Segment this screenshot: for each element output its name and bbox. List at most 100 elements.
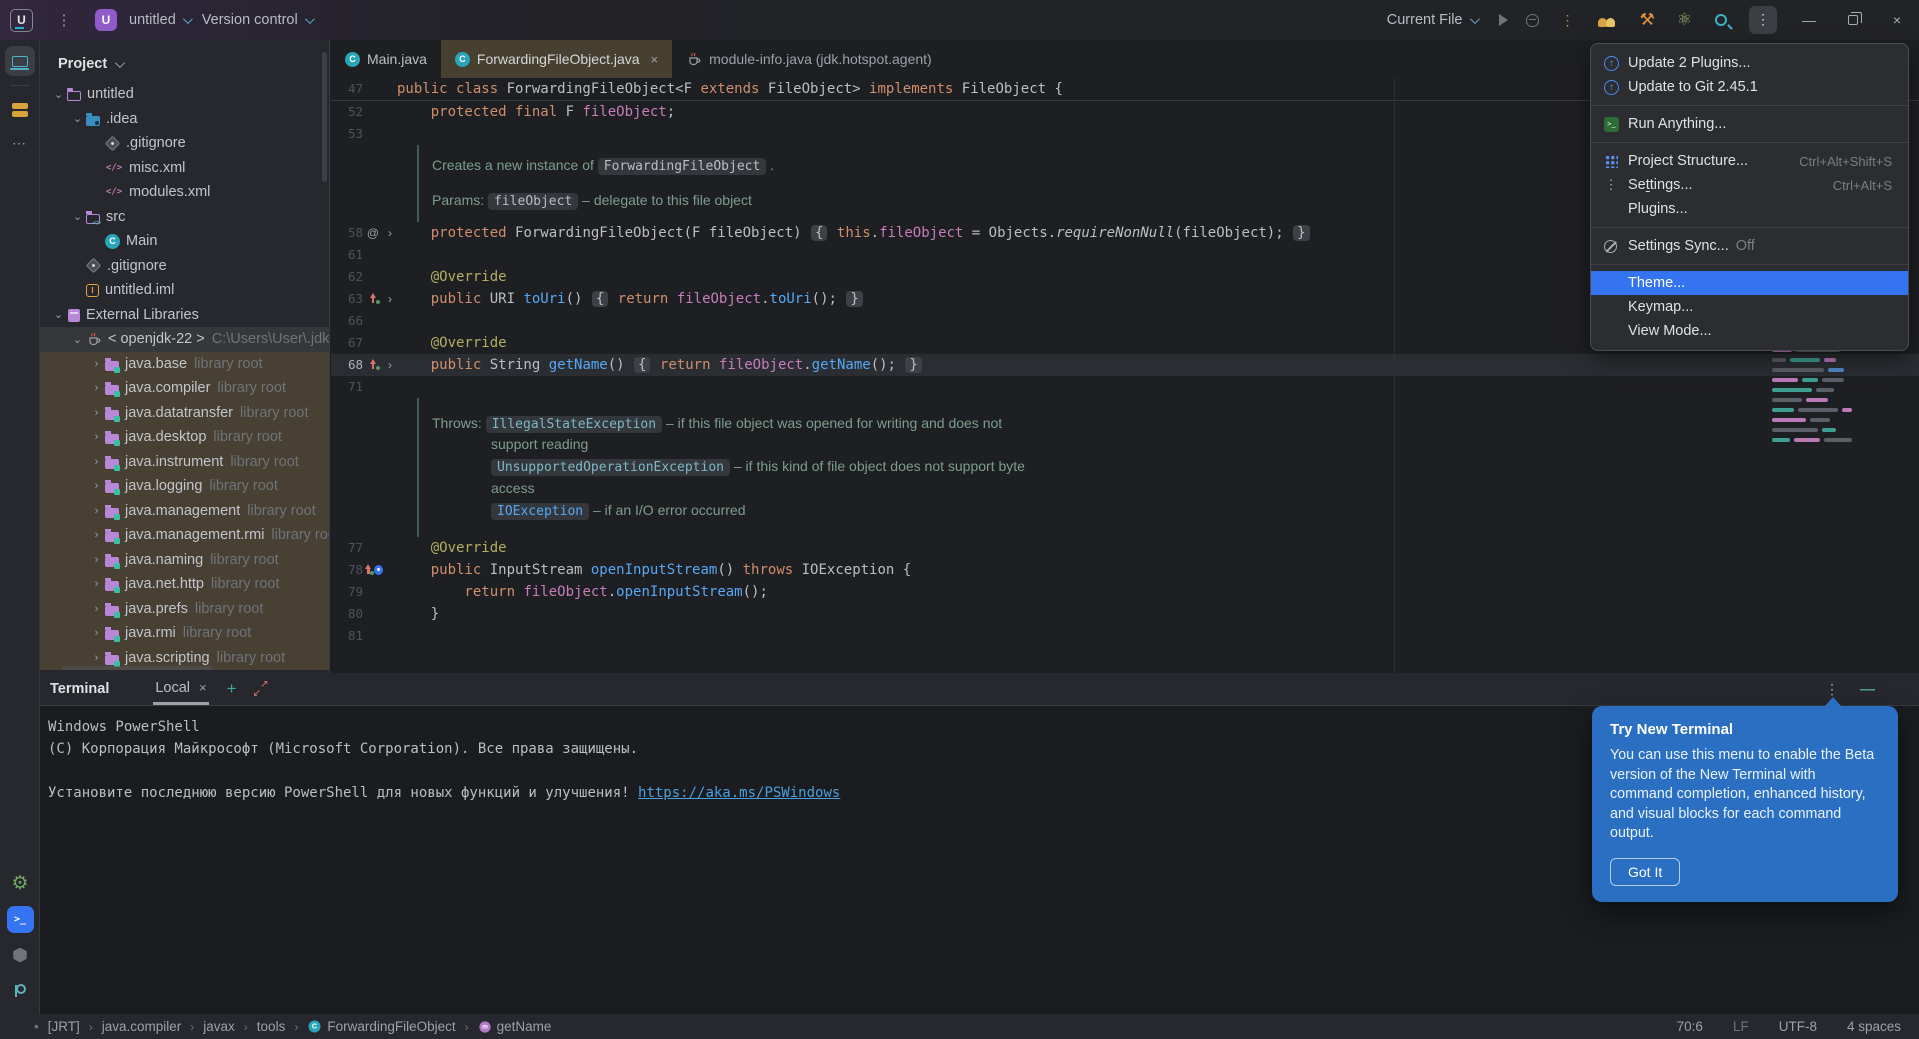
breadcrumb-item[interactable]: tools: [257, 1019, 286, 1034]
toolbar-more-icon[interactable]: ⋮: [1749, 6, 1777, 34]
menu-item[interactable]: Project Structure... Ctrl+Alt+Shift+S: [1591, 149, 1908, 173]
tree-item[interactable]: › java.logging library root: [40, 474, 329, 499]
breadcrumb-item[interactable]: m getName: [478, 1019, 551, 1034]
tree-item[interactable]: › java.compiler library root: [40, 376, 329, 401]
menu-item[interactable]: Settings Sync... Off: [1591, 234, 1908, 258]
overrides-gutter-icon[interactable]: [363, 564, 374, 576]
menu-item[interactable]: Keymap...: [1591, 295, 1908, 319]
run-icon[interactable]: [1498, 14, 1508, 26]
breadcrumb-item[interactable]: java.compiler: [102, 1019, 182, 1034]
tree-item[interactable]: › java.management library root: [40, 498, 329, 523]
breadcrumb-item[interactable]: javax: [203, 1019, 235, 1034]
run-more-icon[interactable]: ⋮: [1561, 12, 1575, 29]
marker-gutter-icon[interactable]: [373, 564, 383, 575]
commit-tool-button[interactable]: [5, 95, 35, 125]
tree-item[interactable]: .gitignore: [40, 254, 329, 279]
expand-icon[interactable]: [253, 679, 269, 699]
terminal-options-icon[interactable]: ⋮: [1825, 681, 1839, 698]
menu-item[interactable]: >_ Run Anything...: [1591, 112, 1908, 136]
tree-item[interactable]: ⌄ src: [40, 205, 329, 230]
close-icon[interactable]: ×: [199, 680, 207, 695]
tree-item[interactable]: › java.prefs library root: [40, 596, 329, 621]
window-close-button[interactable]: ×: [1875, 0, 1919, 40]
chevron-down-icon[interactable]: ⌄: [50, 308, 67, 321]
tree-item[interactable]: ⌄ < openjdk-22 > C:\Users\User\.jdks: [40, 327, 329, 352]
more-tool-windows-icon[interactable]: ⋯: [0, 135, 39, 152]
editor-tab[interactable]: C Main.java: [331, 40, 441, 78]
terminal-tab-local[interactable]: Local ×: [153, 673, 209, 705]
menu-item[interactable]: View Mode...: [1591, 319, 1908, 343]
tree-item[interactable]: ⌄ .idea: [40, 107, 329, 132]
new-terminal-icon[interactable]: +: [227, 679, 237, 699]
fold-arrow-icon[interactable]: ›: [383, 226, 397, 240]
tree-item[interactable]: </> modules.xml: [40, 180, 329, 205]
fold-arrow-icon[interactable]: ›: [383, 292, 397, 306]
editor-tab[interactable]: module-info.java (jdk.hotspot.agent): [672, 40, 946, 78]
chevron-right-icon[interactable]: ›: [88, 554, 105, 566]
terminal-link[interactable]: https://aka.ms/PSWindows: [638, 785, 840, 801]
chevron-right-icon[interactable]: ›: [88, 627, 105, 639]
tree-item[interactable]: ⌄ untitled: [40, 82, 329, 107]
menu-item[interactable]: Theme...: [1591, 271, 1908, 295]
chevron-down-icon[interactable]: ⌄: [69, 210, 86, 223]
hide-terminal-icon[interactable]: —: [1860, 681, 1875, 698]
overrides-gutter-icon[interactable]: [368, 293, 380, 305]
window-restore-button[interactable]: [1831, 0, 1875, 40]
main-menu-burger-icon[interactable]: ⋮: [55, 11, 73, 29]
tree-item[interactable]: › java.management.rmi library root: [40, 523, 329, 548]
chevron-right-icon[interactable]: ›: [88, 652, 105, 664]
breadcrumb-item[interactable]: [JRT]: [48, 1019, 80, 1034]
tree-item[interactable]: › java.base library root: [40, 351, 329, 376]
menu-item[interactable]: ↑ Update 2 Plugins...: [1591, 51, 1908, 75]
tree-item[interactable]: › java.rmi library root: [40, 621, 329, 646]
git-tool-button[interactable]: [5, 976, 35, 1006]
annotation-gutter-icon[interactable]: @: [367, 226, 379, 240]
services-tool-button[interactable]: [5, 940, 35, 970]
chevron-right-icon[interactable]: ›: [88, 505, 105, 517]
tree-item[interactable]: ⌄ External Libraries: [40, 303, 329, 328]
project-panel-header[interactable]: Project: [40, 40, 329, 82]
tree-horizontal-scrollbar[interactable]: [62, 666, 212, 670]
debug-icon[interactable]: [1525, 13, 1539, 27]
terminal-tool-button[interactable]: >_: [5, 904, 35, 934]
chevron-right-icon[interactable]: ›: [88, 358, 105, 370]
tree-item[interactable]: › java.net.http library root: [40, 572, 329, 597]
chevron-down-icon[interactable]: ⌄: [69, 112, 86, 125]
chevron-right-icon[interactable]: ›: [88, 480, 105, 492]
status-widget[interactable]: LF: [1733, 1019, 1749, 1034]
tree-item[interactable]: Iuntitled.iml: [40, 278, 329, 303]
chevron-right-icon[interactable]: ›: [88, 529, 105, 541]
status-widget[interactable]: 4 spaces: [1847, 1019, 1901, 1034]
got-it-button[interactable]: Got It: [1610, 857, 1681, 886]
chevron-right-icon[interactable]: ›: [88, 431, 105, 443]
breadcrumb-item[interactable]: C ForwardingFileObject: [307, 1019, 456, 1034]
tree-item[interactable]: › java.instrument library root: [40, 449, 329, 474]
tree-item[interactable]: </> misc.xml: [40, 156, 329, 181]
editor-tab[interactable]: C ForwardingFileObject.java ×: [440, 40, 673, 78]
tree-item[interactable]: C Main: [40, 229, 329, 254]
project-widget[interactable]: untitled: [129, 12, 193, 28]
chevron-right-icon[interactable]: ›: [88, 603, 105, 615]
overrides-gutter-icon[interactable]: [368, 359, 380, 371]
chevron-down-icon[interactable]: ⌄: [69, 333, 86, 346]
status-widget[interactable]: 70:6: [1677, 1019, 1703, 1034]
chevron-right-icon[interactable]: ›: [88, 456, 105, 468]
tree-item[interactable]: › java.datatransfer library root: [40, 400, 329, 425]
run-configuration-widget[interactable]: Current File: [1387, 12, 1480, 28]
code-with-me-icon[interactable]: [1597, 13, 1618, 27]
tree-item[interactable]: › java.naming library root: [40, 547, 329, 572]
status-widget[interactable]: UTF-8: [1779, 1019, 1817, 1034]
tree-item[interactable]: .gitignore: [40, 131, 329, 156]
tree-vertical-scrollbar[interactable]: [322, 52, 327, 182]
chevron-down-icon[interactable]: ⌄: [50, 88, 67, 101]
search-everywhere-icon[interactable]: [1715, 14, 1727, 26]
chevron-right-icon[interactable]: ›: [88, 407, 105, 419]
menu-item[interactable]: Plugins...: [1591, 197, 1908, 221]
menu-item[interactable]: ↑ Update to Git 2.45.1: [1591, 75, 1908, 99]
close-icon[interactable]: ×: [651, 52, 659, 67]
ai-plugin-icon[interactable]: ⚛: [1677, 10, 1692, 30]
tree-item[interactable]: › java.desktop library root: [40, 425, 329, 450]
project-tool-button[interactable]: [4, 46, 35, 76]
chevron-right-icon[interactable]: ›: [88, 382, 105, 394]
vcs-widget[interactable]: Version control: [202, 12, 315, 28]
